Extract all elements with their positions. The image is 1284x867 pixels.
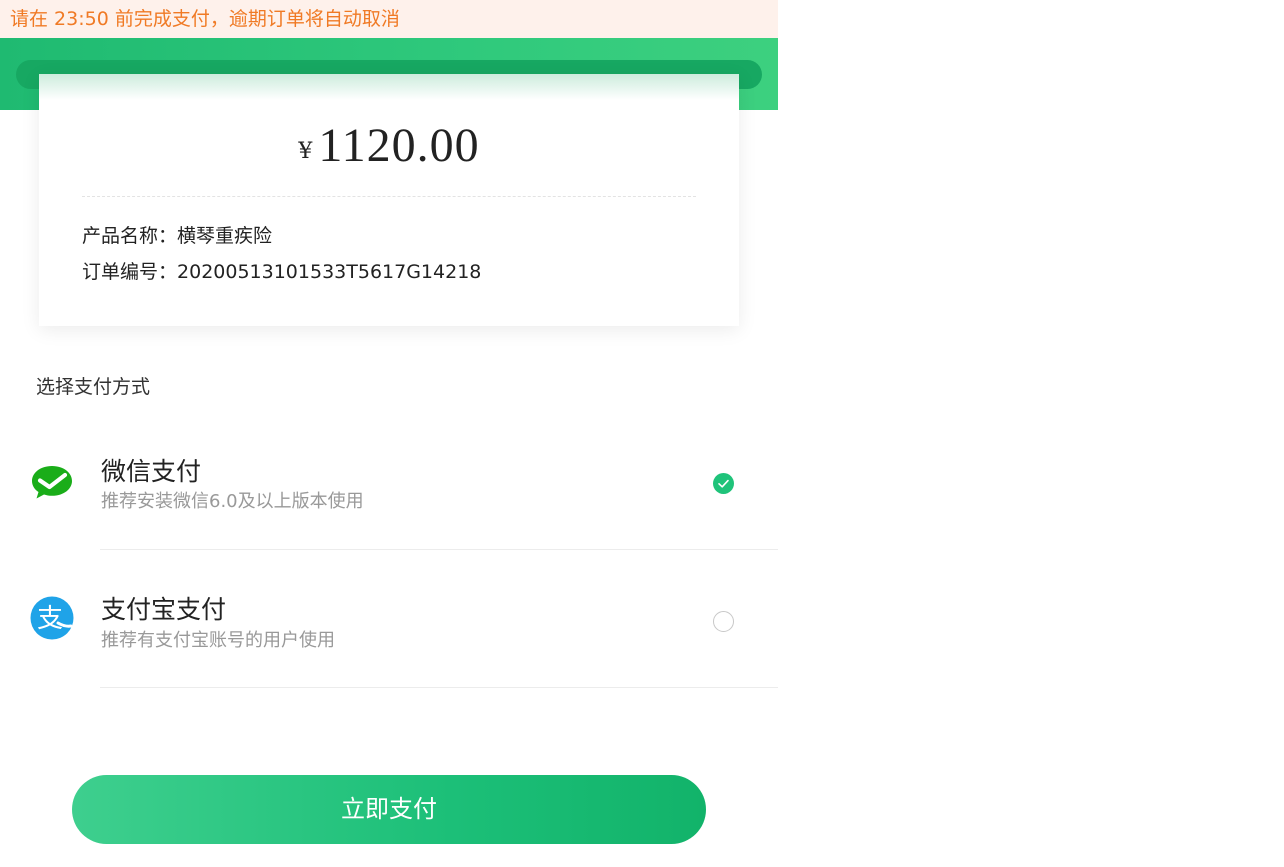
wechat-pay-desc: 推荐安装微信6.0及以上版本使用	[101, 491, 364, 512]
amount-value: 1120.00	[318, 119, 480, 172]
svg-text:支: 支	[37, 604, 63, 634]
order-card: ¥1120.00 产品名称：横琴重疾险 订单编号：20200513101533T…	[39, 74, 739, 326]
currency-symbol: ¥	[298, 139, 313, 164]
row-divider	[100, 687, 778, 688]
payment-method-title: 选择支付方式	[36, 376, 151, 398]
product-label: 产品名称：	[82, 225, 178, 247]
payment-deadline-notice: 请在 23:50 前完成支付，逾期订单将自动取消	[0, 0, 778, 38]
product-value: 横琴重疾险	[177, 225, 273, 247]
order-amount: ¥1120.00	[39, 118, 739, 173]
alipay-icon: 支	[30, 596, 74, 640]
card-divider	[82, 196, 696, 197]
wechat-icon	[30, 460, 74, 504]
wechat-pay-radio[interactable]	[713, 473, 734, 494]
alipay-option[interactable]: 支 支付宝支付 推荐有支付宝账号的用户使用	[0, 550, 778, 688]
wechat-pay-name: 微信支付	[101, 457, 202, 486]
payment-page: 请在 23:50 前完成支付，逾期订单将自动取消 ¥1120.00 产品名称：横…	[0, 0, 778, 867]
order-number-label: 订单编号：	[82, 261, 178, 283]
product-info: 产品名称：横琴重疾险	[82, 221, 272, 248]
check-icon	[718, 479, 729, 488]
notice-text: 请在 23:50 前完成支付，逾期订单将自动取消	[10, 8, 400, 30]
alipay-desc: 推荐有支付宝账号的用户使用	[101, 630, 335, 651]
order-number-value: 20200513101533T5617G14218	[177, 261, 482, 283]
alipay-name: 支付宝支付	[101, 595, 227, 624]
wechat-pay-option[interactable]: 微信支付 推荐安装微信6.0及以上版本使用	[0, 412, 778, 550]
pay-now-button[interactable]: 立即支付	[72, 775, 706, 844]
order-number-info: 订单编号：20200513101533T5617G14218	[82, 257, 481, 284]
alipay-radio[interactable]	[713, 611, 734, 632]
